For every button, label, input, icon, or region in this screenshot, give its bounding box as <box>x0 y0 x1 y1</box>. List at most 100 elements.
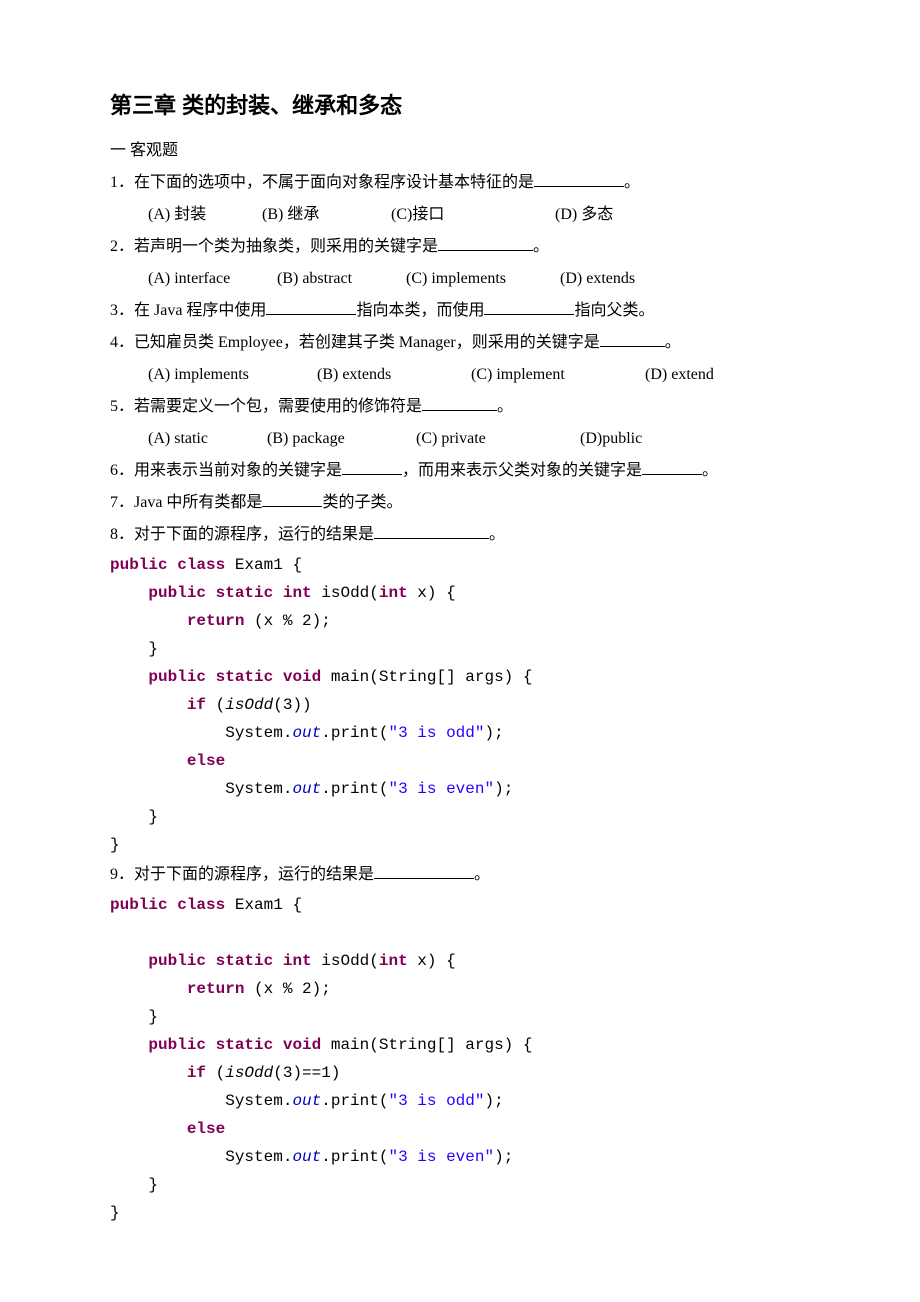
call: isOdd <box>225 1064 273 1082</box>
q2-optA: (A) interface <box>148 263 273 295</box>
kw: public <box>110 896 168 914</box>
kw: return <box>187 980 245 998</box>
kw: public <box>148 668 206 686</box>
q5-optB: (B) package <box>267 423 412 455</box>
cls-name: Exam1 { <box>225 556 302 574</box>
question-8: 8．对于下面的源程序，运行的结果是 。 <box>110 519 810 551</box>
pr: .print( <box>321 1148 388 1166</box>
q5-optD: (D)public <box>580 423 642 455</box>
sys: System. <box>110 780 292 798</box>
q5-options: (A) static (B) package (C) private (D)pu… <box>110 423 810 455</box>
expr: (x % 2); <box>244 612 330 630</box>
out: out <box>292 780 321 798</box>
kw: public <box>148 1036 206 1054</box>
fn: isOdd( <box>312 952 379 970</box>
kw: int <box>283 952 312 970</box>
code-block-2: public class Exam1 { public static int i… <box>110 891 810 1227</box>
q6-part1: 6．用来表示当前对象的关键字是 <box>110 462 342 479</box>
question-2: 2．若声明一个类为抽象类，则采用的关键字是。 <box>110 231 810 263</box>
q5-optA: (A) static <box>148 423 263 455</box>
q1-optB: (B) 继承 <box>262 199 387 231</box>
q9-text-post: 。 <box>474 866 490 883</box>
q6-part3: 。 <box>702 462 718 479</box>
out: out <box>292 1092 321 1110</box>
question-4: 4．已知雇员类 Employee，若创建其子类 Manager，则采用的关键字是… <box>110 327 810 359</box>
q5-optC: (C) private <box>416 423 576 455</box>
kw: class <box>177 896 225 914</box>
q8-text-pre: 8．对于下面的源程序，运行的结果是 <box>110 526 374 543</box>
question-7: 7．Java 中所有类都是类的子类。 <box>110 487 810 519</box>
q4-text-post: 。 <box>665 334 681 351</box>
q5-blank <box>422 396 497 411</box>
pr: .print( <box>321 724 388 742</box>
q7-part2: 类的子类。 <box>322 494 402 511</box>
page-title: 第三章 类的封装、继承和多态 <box>110 88 810 123</box>
q8-blank <box>374 524 489 539</box>
q3-part1: 3．在 Java 程序中使用 <box>110 302 266 319</box>
question-9: 9．对于下面的源程序，运行的结果是 。 <box>110 859 810 891</box>
q6-part2: ，而用来表示父类对象的关键字是 <box>402 462 642 479</box>
q1-optC: (C)接口 <box>391 199 551 231</box>
brace: } <box>110 836 120 854</box>
question-3: 3．在 Java 程序中使用指向本类，而使用指向父类。 <box>110 295 810 327</box>
q2-optD: (D) extends <box>560 263 635 295</box>
pr: ); <box>494 780 513 798</box>
q5-text-post: 。 <box>497 398 513 415</box>
pr: .print( <box>321 1092 388 1110</box>
q5-text-pre: 5．若需要定义一个包，需要使用的修饰符是 <box>110 398 422 415</box>
q6-blank2 <box>642 460 702 475</box>
cond: ( <box>206 696 225 714</box>
q2-options: (A) interface (B) abstract (C) implement… <box>110 263 810 295</box>
code-block-1: public class Exam1 { public static int i… <box>110 551 810 859</box>
q7-blank <box>262 492 322 507</box>
cond: (3)==1) <box>273 1064 340 1082</box>
q9-blank <box>374 864 474 879</box>
kw: public <box>148 952 206 970</box>
q4-optC: (C) implement <box>471 359 641 391</box>
q2-optB: (B) abstract <box>277 263 402 295</box>
brace: } <box>110 1176 158 1194</box>
q4-options: (A) implements (B) extends (C) implement… <box>110 359 810 391</box>
str: "3 is even" <box>388 1148 494 1166</box>
q4-text-pre: 4．已知雇员类 Employee，若创建其子类 Manager，则采用的关键字是 <box>110 334 600 351</box>
out: out <box>292 724 321 742</box>
q3-part3: 指向父类。 <box>574 302 654 319</box>
question-5: 5．若需要定义一个包，需要使用的修饰符是 。 <box>110 391 810 423</box>
kw: public <box>148 584 206 602</box>
kw: if <box>187 1064 206 1082</box>
q9-text-pre: 9．对于下面的源程序，运行的结果是 <box>110 866 374 883</box>
q1-blank <box>534 172 624 187</box>
q8-text-post: 。 <box>489 526 505 543</box>
kw: class <box>177 556 225 574</box>
sys: System. <box>110 724 292 742</box>
cond: ( <box>206 1064 225 1082</box>
q6-blank1 <box>342 460 402 475</box>
kw: public <box>110 556 168 574</box>
q1-options: (A) 封装 (B) 继承 (C)接口 (D) 多态 <box>110 199 810 231</box>
fn: main(String[] args) { <box>321 1036 532 1054</box>
q1-optA: (A) 封装 <box>148 199 258 231</box>
question-1: 1．在下面的选项中，不属于面向对象程序设计基本特征的是 。 <box>110 167 810 199</box>
kw: static <box>216 952 274 970</box>
kw: static <box>216 668 274 686</box>
pr: .print( <box>321 780 388 798</box>
str: "3 is odd" <box>388 724 484 742</box>
fn: main(String[] args) { <box>321 668 532 686</box>
brace: } <box>110 808 158 826</box>
q2-blank <box>438 236 533 251</box>
q1-text-pre: 1．在下面的选项中，不属于面向对象程序设计基本特征的是 <box>110 174 534 191</box>
sys: System. <box>110 1092 292 1110</box>
kw: static <box>216 1036 274 1054</box>
fn: isOdd( <box>312 584 379 602</box>
call: isOdd <box>225 696 273 714</box>
q3-blank2 <box>484 300 574 315</box>
q4-optB: (B) extends <box>317 359 467 391</box>
kw: else <box>187 1120 225 1138</box>
kw: return <box>187 612 245 630</box>
out: out <box>292 1148 321 1166</box>
q2-optC: (C) implements <box>406 263 556 295</box>
kw: static <box>216 584 274 602</box>
brace: } <box>110 1204 120 1222</box>
q1-text-post: 。 <box>624 174 640 191</box>
str: "3 is odd" <box>388 1092 484 1110</box>
